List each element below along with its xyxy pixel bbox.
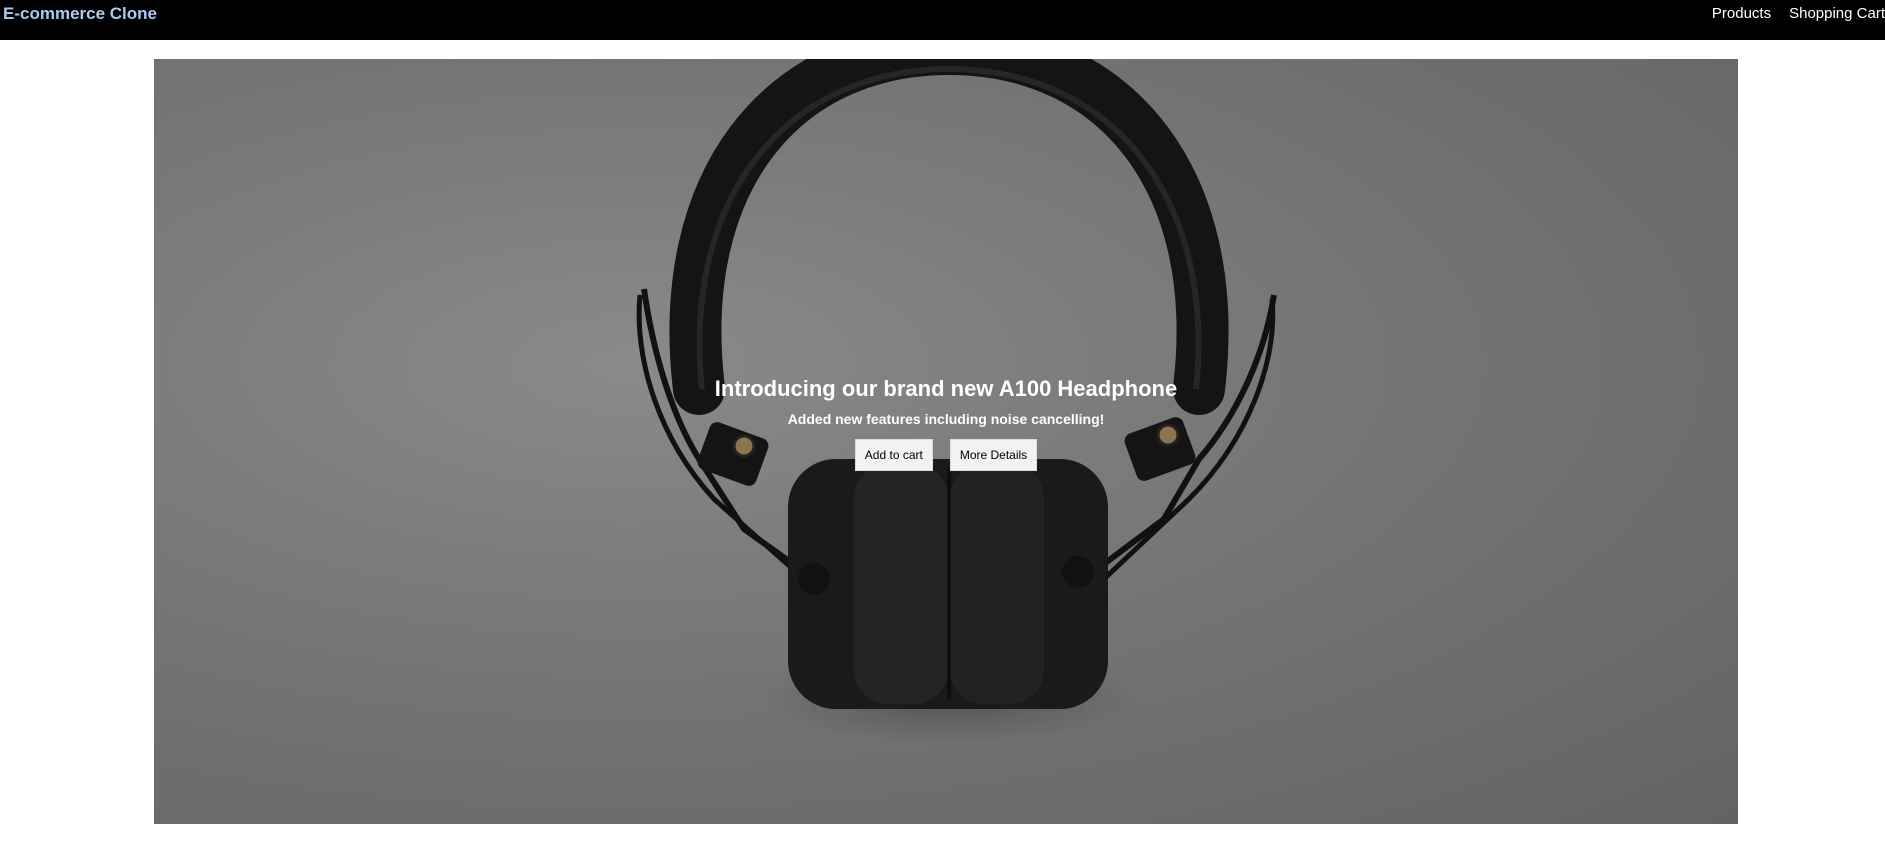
hero-buttons: Add to cart More Details (854, 439, 1038, 471)
top-navbar: E-commerce Clone Products Shopping Cart (0, 0, 1885, 40)
hero-content: Introducing our brand new A100 Headphone… (154, 59, 1738, 824)
nav-link-products[interactable]: Products (1712, 5, 1771, 22)
brand-link[interactable]: E-commerce Clone (3, 4, 157, 24)
nav-links: Products Shopping Cart (1712, 5, 1885, 22)
more-details-button[interactable]: More Details (949, 439, 1038, 471)
hero-title: Introducing our brand new A100 Headphone (714, 376, 1178, 401)
nav-link-shopping-cart[interactable]: Shopping Cart (1789, 5, 1885, 22)
hero-subtitle: Added new features including noise cance… (787, 411, 1105, 427)
hero-banner: Introducing our brand new A100 Headphone… (154, 59, 1738, 824)
add-to-cart-button[interactable]: Add to cart (854, 439, 933, 471)
